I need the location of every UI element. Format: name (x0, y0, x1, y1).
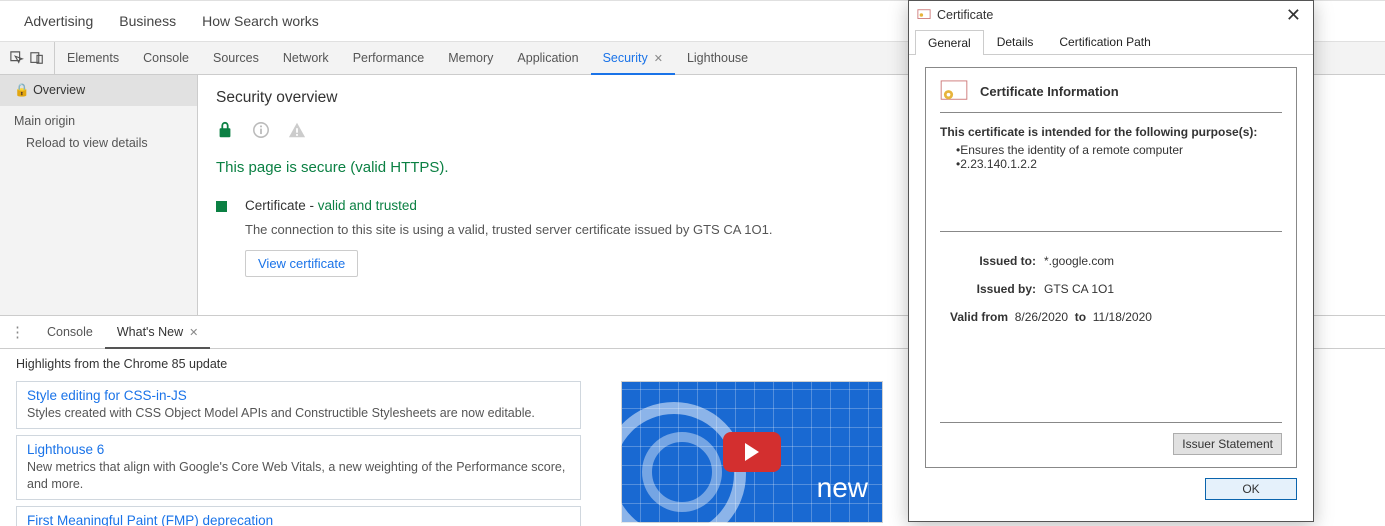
play-icon[interactable] (723, 432, 781, 472)
card-title: First Meaningful Paint (FMP) deprecation (27, 513, 570, 526)
kebab-icon[interactable]: ⋮ (0, 323, 35, 341)
sidebar-item-overview[interactable]: 🔒 Overview (0, 75, 197, 106)
lock-icon (216, 121, 234, 139)
valid-from-row: Valid from 8/26/2020 to 11/18/2020 (940, 310, 1282, 324)
certificate-icon (940, 80, 968, 102)
inspect-icon[interactable] (10, 51, 24, 65)
card-desc: New metrics that align with Google's Cor… (27, 459, 570, 493)
card-desc: Styles created with CSS Object Model API… (27, 405, 570, 422)
devtools-tab-list: Elements Console Sources Network Perform… (55, 42, 760, 74)
ok-button[interactable]: OK (1205, 478, 1297, 500)
certificate-icon (917, 8, 931, 22)
certificate-dialog: Certificate ✕ General Details Certificat… (908, 0, 1314, 522)
cert-tab-general[interactable]: General (915, 30, 984, 55)
tab-application[interactable]: Application (505, 42, 590, 74)
nav-link[interactable]: Advertising (24, 13, 93, 29)
tab-lighthouse[interactable]: Lighthouse (675, 42, 760, 74)
list-item: Ensures the identity of a remote compute… (956, 143, 1282, 157)
whats-new-card[interactable]: Lighthouse 6 New metrics that align with… (16, 435, 581, 500)
whats-new-card[interactable]: Style editing for CSS-in-JS Styles creat… (16, 381, 581, 429)
security-sidebar: 🔒 Overview Main origin Reload to view de… (0, 75, 198, 315)
tab-elements[interactable]: Elements (55, 42, 131, 74)
close-icon[interactable]: ✕ (1282, 6, 1305, 24)
whats-new-cards: Style editing for CSS-in-JS Styles creat… (16, 381, 581, 526)
tab-memory[interactable]: Memory (436, 42, 505, 74)
whats-new-video[interactable]: new (621, 381, 883, 523)
certificate-description: The connection to this site is using a v… (245, 221, 772, 240)
tab-security[interactable]: Security✕ (591, 42, 675, 74)
sidebar-heading-main-origin: Main origin (0, 106, 197, 132)
certificate-title: Certificate - valid and trusted (245, 198, 772, 213)
card-title: Lighthouse 6 (27, 442, 570, 457)
dialog-title: Certificate (937, 8, 993, 22)
tab-sources[interactable]: Sources (201, 42, 271, 74)
card-title: Style editing for CSS-in-JS (27, 388, 570, 403)
tab-network[interactable]: Network (271, 42, 341, 74)
drawer-tab-whats-new[interactable]: What's New✕ (105, 316, 211, 348)
certificate-purpose-list: Ensures the identity of a remote compute… (940, 139, 1282, 171)
issued-by-value: GTS CA 1O1 (1044, 282, 1114, 296)
sidebar-item-reload[interactable]: Reload to view details (0, 132, 197, 154)
drawer-tab-console[interactable]: Console (35, 316, 105, 348)
issuer-statement-button[interactable]: Issuer Statement (1173, 433, 1282, 455)
list-item: 2.23.140.1.2.2 (956, 157, 1282, 171)
certificate-details: Issued to: *.google.com Issued by: GTS C… (940, 231, 1282, 338)
close-icon[interactable]: ✕ (189, 326, 198, 339)
video-overlay-text: new (817, 472, 868, 504)
status-indicator (216, 201, 227, 212)
issued-to-value: *.google.com (1044, 254, 1114, 268)
tab-console[interactable]: Console (131, 42, 201, 74)
nav-link[interactable]: Business (119, 13, 176, 29)
devtools-toggle-group (0, 42, 55, 74)
warning-icon (288, 121, 306, 139)
dialog-titlebar: Certificate ✕ (909, 1, 1313, 29)
lock-icon: 🔒 (14, 83, 30, 97)
issued-to-label: Issued to: (940, 254, 1044, 268)
certificate-purpose-heading: This certificate is intended for the fol… (940, 125, 1282, 139)
whats-new-card[interactable]: First Meaningful Paint (FMP) deprecation (16, 506, 581, 526)
info-icon (252, 121, 270, 139)
nav-link[interactable]: How Search works (202, 13, 319, 29)
view-certificate-button[interactable]: View certificate (245, 250, 358, 277)
certificate-dialog-tabs: General Details Certification Path (909, 29, 1313, 55)
device-toolbar-icon[interactable] (30, 51, 44, 65)
close-icon[interactable]: ✕ (654, 52, 663, 65)
issued-by-label: Issued by: (940, 282, 1044, 296)
cert-tab-details[interactable]: Details (984, 29, 1047, 54)
certificate-info-box: Certificate Information This certificate… (925, 67, 1297, 468)
cert-tab-path[interactable]: Certification Path (1046, 29, 1163, 54)
tab-performance[interactable]: Performance (341, 42, 437, 74)
certificate-info-header: Certificate Information (980, 84, 1119, 99)
